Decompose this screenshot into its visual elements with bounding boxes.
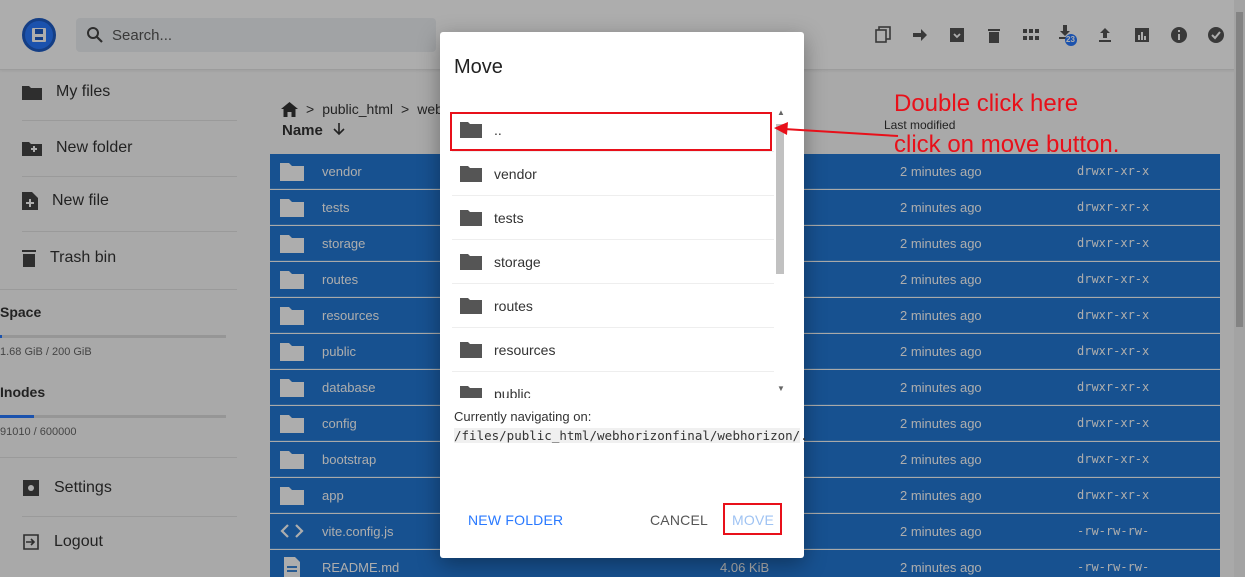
current-path: /files/public_html/webhorizonfinal/webho… (454, 428, 801, 443)
folder-item-routes[interactable]: routes (452, 284, 774, 328)
folder-list-scrollbar[interactable]: ▲ ▼ (774, 108, 786, 398)
dialog-title: Move (454, 56, 503, 78)
annotation-arrow-icon (774, 122, 899, 137)
folder-icon (460, 254, 482, 270)
folder-item-tests[interactable]: tests (452, 196, 774, 240)
annotation-line-2: click on move button. (894, 131, 1120, 158)
folder-icon (460, 210, 482, 226)
folder-item-storage[interactable]: storage (452, 240, 774, 284)
new-folder-button[interactable]: NEW FOLDER (468, 512, 563, 528)
folder-list-scrollbar-thumb[interactable] (776, 124, 784, 274)
scroll-down-arrow-icon[interactable]: ▼ (777, 385, 785, 393)
folder-item-vendor[interactable]: vendor (452, 152, 774, 196)
folder-list: .. vendor tests storage routes resources… (452, 108, 790, 398)
parent-folder-highlight (450, 112, 772, 151)
folder-item-label: public (494, 386, 531, 398)
folder-item-label: resources (494, 342, 556, 358)
folder-item-label: tests (494, 210, 524, 226)
folder-item-label: vendor (494, 166, 537, 182)
folder-icon (460, 386, 482, 398)
path-suffix: . (800, 428, 808, 443)
folder-item-label: routes (494, 298, 533, 314)
folder-item-resources[interactable]: resources (452, 328, 774, 372)
folder-item-label: storage (494, 254, 541, 270)
navigating-path: /files/public_html/webhorizonfinal/webho… (454, 426, 808, 445)
folder-icon (460, 342, 482, 358)
folder-icon (460, 298, 482, 314)
navigating-label: Currently navigating on: (454, 409, 592, 424)
move-button-highlight (723, 503, 782, 535)
folder-icon (460, 166, 482, 182)
cancel-button[interactable]: CANCEL (650, 512, 708, 528)
folder-item-public[interactable]: public (452, 372, 774, 398)
annotation-line-1: Double click here (894, 90, 1079, 117)
move-dialog: Move .. vendor tests storage routes reso… (440, 32, 808, 558)
